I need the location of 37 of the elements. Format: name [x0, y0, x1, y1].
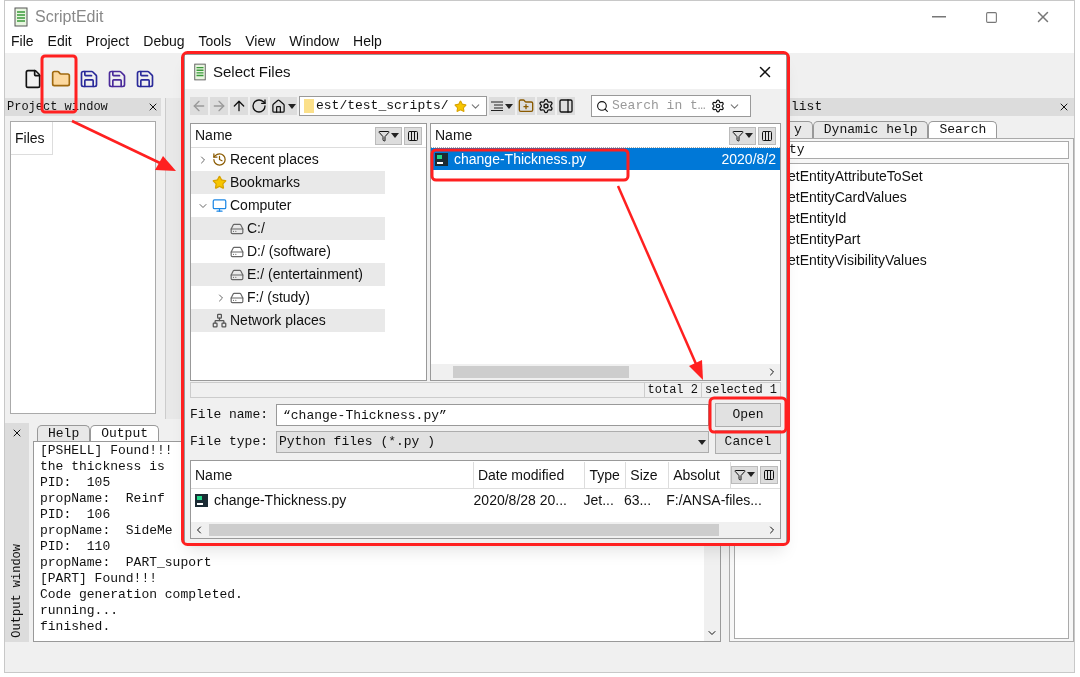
column-header: Files: [15, 130, 45, 146]
output-line: Code generation completed.: [40, 587, 243, 603]
table-cell-text: Jet...: [582, 490, 615, 510]
output-line: propName: SideMe: [40, 523, 173, 539]
output-line: propName: PART_suport: [40, 555, 212, 571]
panel-title: Output window: [9, 544, 25, 638]
output-line: PID: 106: [40, 507, 111, 523]
output-line: [PART] Found!!!: [40, 571, 158, 587]
table-cell-text: F:/ANSA-files...: [665, 490, 763, 510]
tree-label: D:/ (software): [247, 242, 331, 261]
dialog-title: Select Files: [213, 61, 291, 82]
output-line: propName: Reinf: [40, 491, 165, 507]
output-line: finished.: [40, 619, 111, 635]
status-text: total 2: [643, 383, 701, 397]
output-line: PID: 110: [40, 539, 111, 555]
tree-label: C:/: [247, 219, 265, 238]
tree-label: Recent places: [230, 150, 319, 169]
table-cell-text: 63...: [622, 490, 653, 510]
field-label: File name:: [190, 406, 269, 425]
tree-label: F:/ (study): [247, 288, 310, 307]
tree-label: Computer: [230, 196, 292, 215]
file-name: change-Thickness.py: [454, 149, 587, 169]
tree-label: Bookmarks: [230, 173, 301, 192]
output-line: PID: 105: [40, 475, 111, 491]
field-label: File type:: [190, 433, 269, 452]
output-line: the thickness is: [40, 459, 165, 475]
tree-label: E:/ (entertainment): [247, 265, 363, 284]
path-text: est/test_scripts/: [316, 97, 450, 116]
output-line: running...: [40, 603, 118, 619]
table-cell-text: 2020/8/28 20...: [472, 490, 568, 510]
dropdown-value: Python files (*.py ): [279, 433, 436, 452]
output-line: [PSHELL] Found!!!: [40, 443, 173, 459]
window-title: ScriptEdit: [35, 7, 104, 27]
panel-title: list: [791, 98, 823, 117]
tree-label: Network places: [230, 311, 326, 330]
table-cell: change-Thickness.py: [191, 489, 470, 511]
status-text: selected 1: [701, 383, 780, 397]
